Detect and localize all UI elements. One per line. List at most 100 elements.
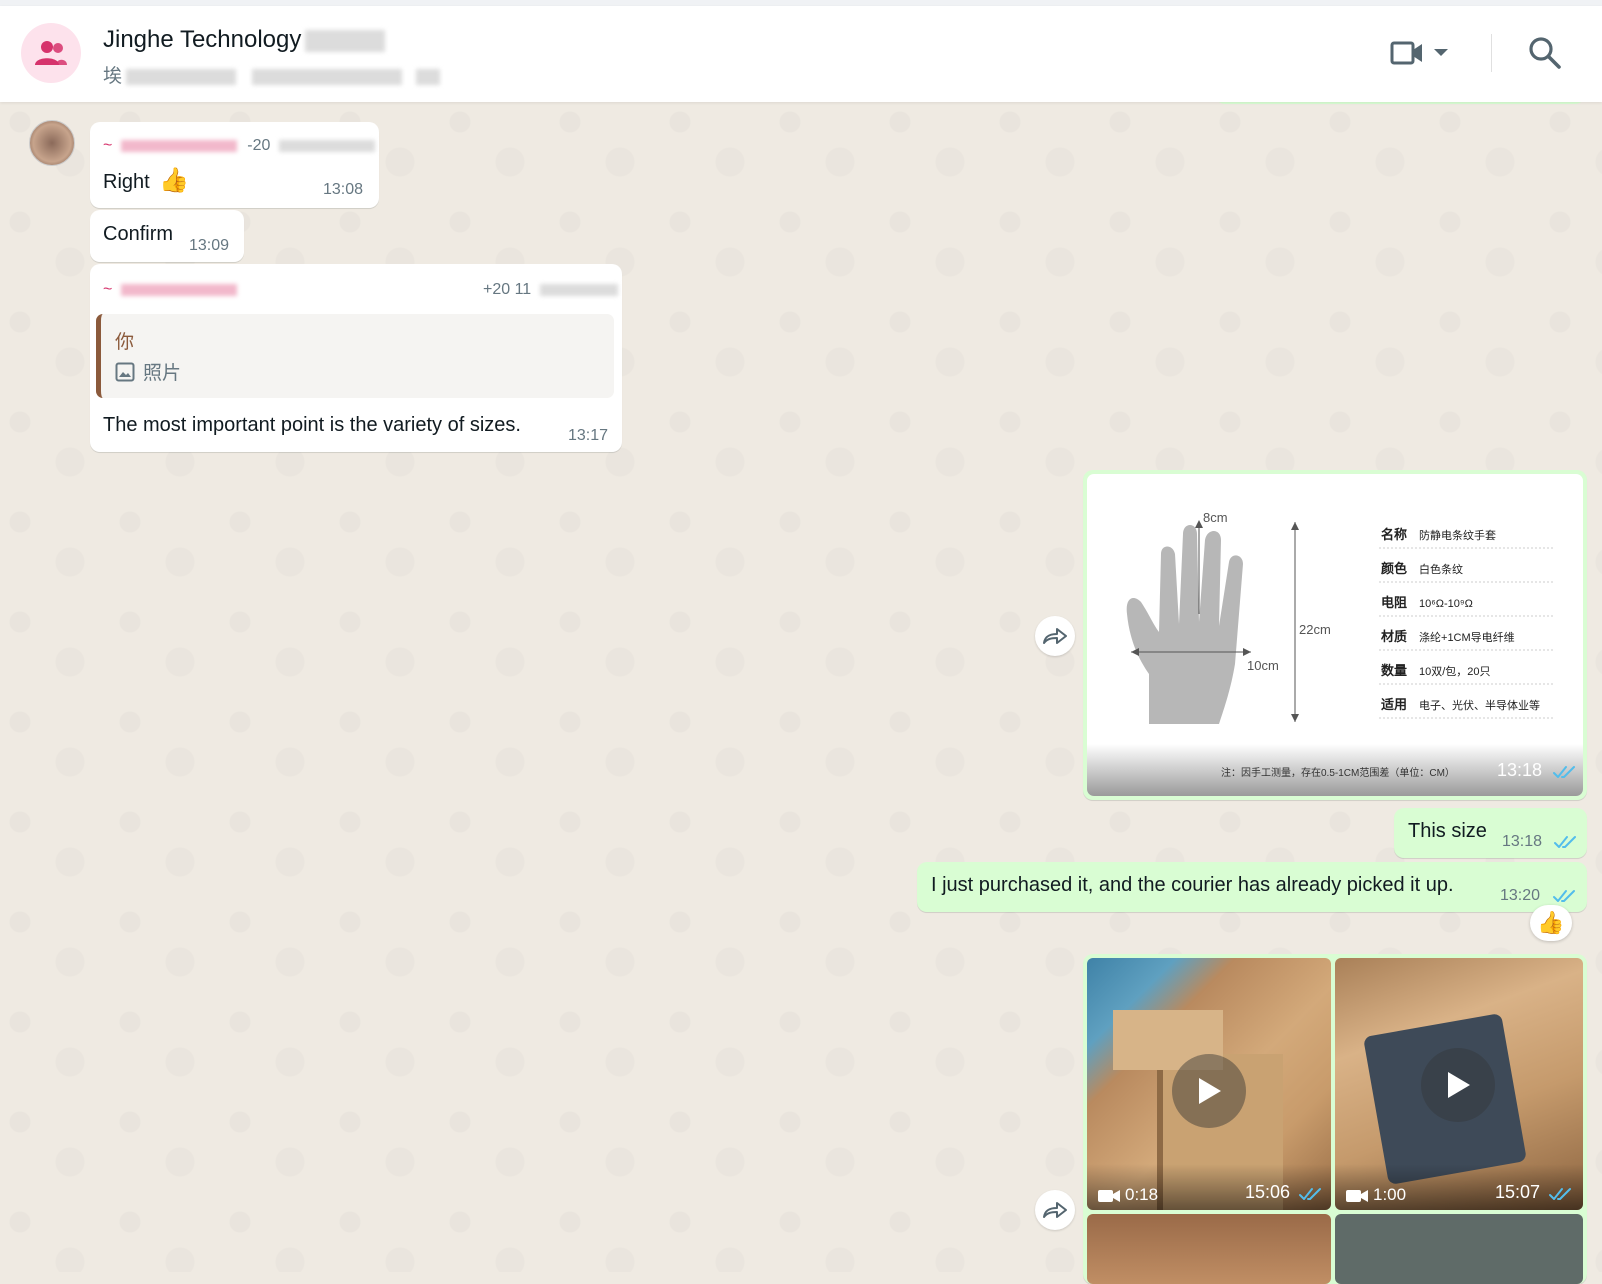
thumbs-up-reaction: 👍 xyxy=(1537,910,1565,935)
sender-phone: -20 xyxy=(247,137,271,154)
dim-width-label: 8cm xyxy=(1203,510,1228,525)
quoted-author: 你 xyxy=(115,332,135,353)
chevron-down-icon xyxy=(1434,49,1448,56)
message-bubble-confirm[interactable]: Confirm 13:09 xyxy=(90,210,244,262)
spec-row-label: 数量 xyxy=(1381,663,1408,678)
sender-avatar[interactable] xyxy=(29,120,75,166)
outgoing-bubble-this-size[interactable]: This size 13:18 xyxy=(1394,808,1587,858)
video-thumbnail-3[interactable] xyxy=(1087,1214,1331,1284)
video-duration: 0:18 xyxy=(1125,1185,1159,1204)
video-thumbnail-2[interactable]: 1:00 15:07 xyxy=(1335,958,1583,1210)
video-call-button[interactable] xyxy=(1390,36,1462,70)
spec-row-2: 颜色 白色条纹 xyxy=(1381,558,1463,577)
sender-line: ~ -20 xyxy=(103,137,375,155)
spec-row-label: 材质 xyxy=(1381,629,1408,644)
group-avatar[interactable] xyxy=(21,23,81,83)
video-thumbnail-1[interactable]: 0:18 15:06 xyxy=(1087,958,1331,1210)
spec-row-label: 名称 xyxy=(1381,527,1408,542)
spec-row-1: 名称 防静电条纹手套 xyxy=(1381,524,1496,543)
message-text-this-size: This size xyxy=(1408,820,1487,842)
spec-row-value: 防静电条纹手套 xyxy=(1419,530,1497,542)
search-icon xyxy=(1529,37,1561,69)
quoted-message[interactable]: 你 照片 xyxy=(96,314,614,398)
redacted-sender-name xyxy=(120,139,237,152)
redacted-participants-2 xyxy=(252,68,403,85)
message-text-right: Right xyxy=(103,171,150,193)
chat-title-text: Jinghe Technology xyxy=(103,26,302,53)
message-time: 13:18 xyxy=(1502,833,1543,850)
reaction-badge[interactable]: 👍 xyxy=(1530,905,1572,941)
spec-row-label: 电阻 xyxy=(1381,595,1408,610)
forward-icon xyxy=(1043,1202,1067,1218)
video-camera-icon xyxy=(1390,41,1422,65)
read-ticks-icon xyxy=(1299,1188,1321,1200)
spec-row-value: 10双/包，20只 xyxy=(1419,666,1491,678)
redacted-title xyxy=(305,29,386,52)
video-time: 15:07 xyxy=(1495,1182,1541,1202)
outgoing-video-album[interactable]: 0:18 15:06 1:00 15:07 xyxy=(1083,954,1587,1284)
chat-header[interactable]: Jinghe Technology 埃 xyxy=(0,6,1602,102)
video-time: 15:06 xyxy=(1245,1182,1291,1202)
spec-row-5: 数量 10双/包，20只 xyxy=(1381,660,1491,679)
sender-tilde: ~ xyxy=(103,137,113,154)
forward-button-videos[interactable] xyxy=(1035,1190,1075,1230)
quoted-content: 照片 xyxy=(115,358,181,385)
header-divider xyxy=(1491,34,1492,72)
message-text: Right 👍 xyxy=(103,166,189,195)
read-ticks-icon xyxy=(1553,890,1575,902)
message-time: 13:08 xyxy=(323,181,364,198)
message-time: 13:09 xyxy=(189,237,230,254)
spec-row-label: 适用 xyxy=(1381,697,1408,712)
message-text-sizes: The most important point is the variety … xyxy=(103,414,521,436)
spec-row-value: 10⁶Ω-10⁹Ω xyxy=(1419,598,1473,610)
spec-row-value: 涤纶+1CM导电纤维 xyxy=(1419,632,1515,644)
redacted-participants-3 xyxy=(416,68,441,85)
read-ticks-icon xyxy=(1549,1188,1571,1200)
video-thumbnail-4[interactable] xyxy=(1335,1214,1583,1284)
sender-tilde: ~ xyxy=(103,281,113,298)
spec-row-4: 材质 涤纶+1CM导电纤维 xyxy=(1381,626,1515,645)
play-icon xyxy=(1448,1072,1470,1098)
play-button[interactable] xyxy=(1421,1048,1495,1122)
message-time: 13:20 xyxy=(1500,887,1541,904)
spec-row-label: 颜色 xyxy=(1381,561,1408,576)
chat-title[interactable]: Jinghe Technology xyxy=(103,26,386,54)
quoted-kind: 照片 xyxy=(143,363,182,384)
video-overlay xyxy=(1087,1164,1331,1210)
spec-row-3: 电阻 10⁶Ω-10⁹Ω xyxy=(1381,592,1473,611)
spec-row-value: 白色条纹 xyxy=(1419,564,1464,576)
group-icon xyxy=(35,41,67,65)
sender-phone: +20 11 xyxy=(483,281,532,298)
participants-line: 埃 xyxy=(103,61,441,88)
sender-phone-line: +20 11 xyxy=(483,281,618,299)
dim-length-label: 22cm xyxy=(1299,622,1331,637)
redacted-sender-phone xyxy=(278,139,375,152)
image-time: 13:18 xyxy=(1497,760,1543,780)
video-duration: 1:00 xyxy=(1373,1185,1407,1204)
thumbs-up-emoji: 👍 xyxy=(159,167,190,194)
photo-icon xyxy=(115,362,135,381)
message-bubble-sizes[interactable]: ~ +20 11 你 照片 The most important point i… xyxy=(90,264,622,452)
video-camera-icon xyxy=(1346,1190,1368,1202)
message-time: 13:17 xyxy=(568,427,609,444)
play-button[interactable] xyxy=(1172,1054,1246,1128)
spec-image[interactable]: 8cm 10cm 22cm 名称 防静电条纹手套 颜色 白色条纹 电阻 10⁶Ω-10… xyxy=(1087,474,1583,796)
play-icon xyxy=(1199,1078,1221,1104)
message-text-purchased: I just purchased it, and the courier has… xyxy=(931,874,1454,896)
message-bubble-right[interactable]: ~ -20 Right 👍 13:08 xyxy=(90,122,379,208)
read-ticks-icon xyxy=(1553,766,1575,778)
forward-button[interactable] xyxy=(1035,616,1075,656)
redacted-sender-phone xyxy=(539,283,618,296)
dim-palm-label: 10cm xyxy=(1247,658,1279,673)
redacted-sender-name xyxy=(120,283,237,296)
read-ticks-icon xyxy=(1554,836,1576,848)
search-button[interactable] xyxy=(1528,36,1564,72)
outgoing-image-bubble[interactable]: 8cm 10cm 22cm 名称 防静电条纹手套 颜色 白色条纹 电阻 10⁶Ω-10… xyxy=(1083,470,1587,800)
participants-prefix: 埃 xyxy=(103,66,123,87)
forward-icon xyxy=(1043,628,1067,644)
sender-line: ~ xyxy=(103,281,237,299)
spec-row-value: 电子、光伏、半导体业等 xyxy=(1419,700,1541,712)
video-camera-icon xyxy=(1098,1190,1120,1202)
outgoing-bubble-purchased[interactable]: I just purchased it, and the courier has… xyxy=(917,862,1587,912)
redacted-participants xyxy=(126,68,237,85)
